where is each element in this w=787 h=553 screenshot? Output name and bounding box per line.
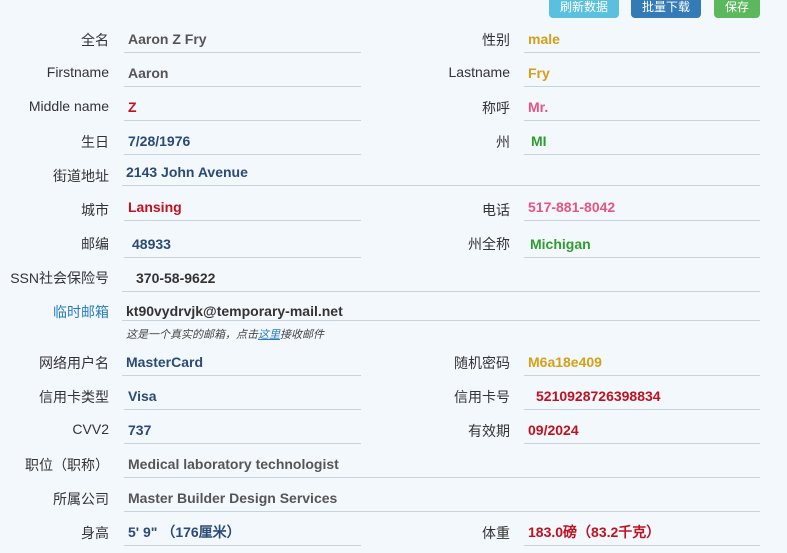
zip-label: 邮编 (81, 236, 109, 252)
card-number-value[interactable]: 5210928726398834 (524, 384, 760, 410)
card-type-label: 信用卡类型 (39, 389, 109, 405)
height-value[interactable]: 5' 9" （176厘米） (124, 520, 361, 546)
cvv2-label: CVV2 (72, 421, 109, 437)
username-label: 网络用户名 (39, 355, 109, 371)
state-label: 州 (496, 134, 510, 150)
phone-label: 电话 (482, 202, 510, 218)
email-note-link[interactable]: 这里 (258, 329, 280, 341)
state-value[interactable]: MI (524, 129, 760, 155)
password-label: 随机密码 (454, 355, 510, 371)
title-label: 称呼 (482, 100, 510, 116)
firstname-value[interactable]: Aaron (124, 61, 361, 87)
job-label: 职位（职称） (25, 457, 109, 473)
password-value[interactable]: M6a18e409 (524, 350, 760, 376)
email-note-prefix: 这是一个真实的邮箱，点击 (126, 329, 258, 341)
street-value[interactable]: 2143 John Avenue (122, 160, 760, 186)
email-note: 这是一个真实的邮箱，点击这里接收邮件 (126, 326, 324, 342)
birthday-label: 生日 (81, 134, 109, 150)
state-full-value[interactable]: Michigan (524, 232, 760, 258)
gender-value[interactable]: male (524, 27, 760, 53)
cvv2-value[interactable]: 737 (124, 418, 361, 444)
expiry-label: 有效期 (468, 423, 510, 439)
batch-download-button[interactable]: 批量下载 (631, 0, 701, 18)
height-label: 身高 (81, 525, 109, 541)
card-number-label: 信用卡号 (454, 389, 510, 405)
company-value[interactable]: Master Builder Design Services (124, 486, 760, 512)
save-button[interactable]: 保存 (714, 0, 760, 18)
company-label: 所属公司 (53, 491, 109, 507)
city-label: 城市 (81, 202, 109, 218)
middlename-label: Middle name (28, 98, 109, 114)
ssn-label: SSN社会保险号 (10, 270, 109, 286)
fullname-label: 全名 (81, 32, 109, 48)
job-value[interactable]: Medical laboratory technologist (124, 452, 760, 478)
temp-email-value[interactable]: kt90vydrvjk@temporary-mail.net (122, 299, 760, 321)
city-value[interactable]: Lansing (124, 195, 361, 221)
expiry-value[interactable]: 09/2024 (524, 418, 760, 444)
temp-email-label[interactable]: 临时邮箱 (53, 302, 109, 322)
state-full-label: 州全称 (468, 236, 510, 252)
zip-value[interactable]: 48933 (124, 232, 361, 258)
email-note-suffix: 接收邮件 (280, 329, 324, 341)
weight-label: 体重 (482, 525, 510, 541)
middlename-value[interactable]: Z (124, 95, 361, 121)
firstname-label: Firstname (46, 64, 109, 80)
username-value[interactable]: MasterCard (122, 350, 361, 376)
lastname-value[interactable]: Fry (524, 61, 760, 87)
lastname-label: Lastname (448, 64, 510, 80)
birthday-value[interactable]: 7/28/1976 (124, 129, 361, 155)
card-type-value[interactable]: Visa (124, 384, 361, 410)
fullname-value[interactable]: Aaron Z Fry (124, 27, 361, 53)
title-value[interactable]: Mr. (524, 95, 760, 121)
phone-value[interactable]: 517-881-8042 (524, 195, 760, 221)
weight-value[interactable]: 183.0磅（83.2千克） (524, 520, 760, 546)
gender-label: 性别 (482, 32, 510, 48)
ssn-value[interactable]: 370-58-9622 (122, 266, 760, 292)
refresh-data-button[interactable]: 刷新数据 (549, 0, 619, 18)
street-label: 街道地址 (53, 168, 109, 184)
